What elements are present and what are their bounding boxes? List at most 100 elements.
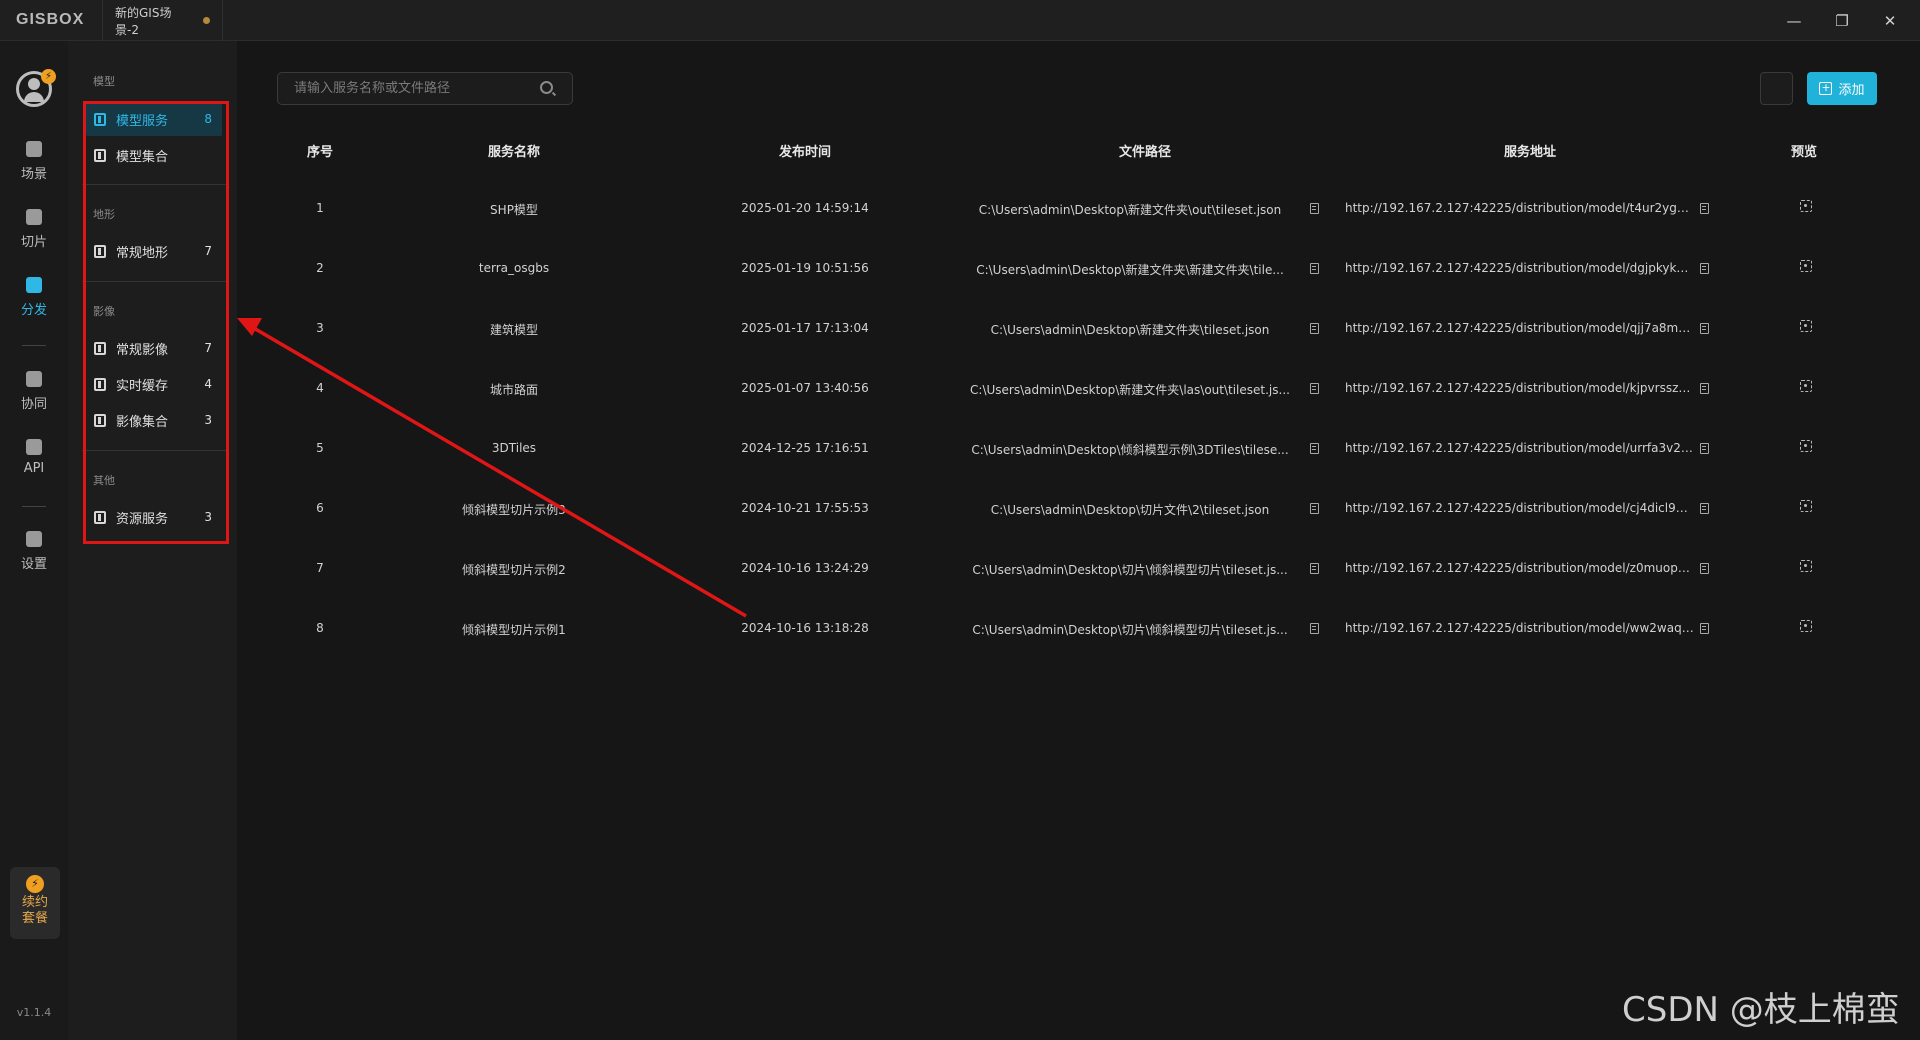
cell-no: 1 bbox=[316, 201, 324, 215]
cell-name: 倾斜模型切片示例1 bbox=[462, 623, 566, 637]
rail-item-api[interactable]: API bbox=[0, 439, 68, 476]
cell-url: http://192.167.2.127:42225/distribution/… bbox=[1345, 621, 1695, 635]
cell-url: http://192.167.2.127:42225/distribution/… bbox=[1345, 501, 1695, 515]
slice-icon bbox=[26, 209, 42, 225]
rail-divider bbox=[22, 506, 46, 507]
renew-label-1: 续约 bbox=[21, 895, 48, 910]
cell-no: 4 bbox=[316, 381, 324, 395]
copy-path-icon[interactable] bbox=[1310, 323, 1319, 334]
copy-url-icon[interactable] bbox=[1700, 443, 1709, 454]
preview-icon[interactable] bbox=[1800, 440, 1812, 452]
distribute-icon bbox=[26, 277, 42, 293]
rail-item-label: 设置 bbox=[20, 557, 47, 572]
copy-path-icon[interactable] bbox=[1310, 443, 1319, 454]
cell-path: C:\Users\admin\Desktop\倾斜模型示例\3DTiles\ti… bbox=[971, 443, 1289, 457]
copy-path-icon[interactable] bbox=[1310, 563, 1319, 574]
home-icon bbox=[26, 141, 42, 157]
copy-url-icon[interactable] bbox=[1700, 623, 1709, 634]
header-no: 序号 bbox=[306, 145, 333, 160]
preview-icon[interactable] bbox=[1800, 560, 1812, 572]
cell-path: C:\Users\admin\Desktop\新建文件夹\out\tileset… bbox=[978, 203, 1282, 217]
cell-name: terra_osgbs bbox=[478, 261, 550, 275]
cell-no: 6 bbox=[316, 501, 324, 515]
copy-path-icon[interactable] bbox=[1310, 203, 1319, 214]
minimize-button[interactable]: — bbox=[1770, 0, 1818, 41]
cell-url: http://192.167.2.127:42225/distribution/… bbox=[1345, 381, 1695, 395]
cell-no: 7 bbox=[316, 561, 324, 575]
copy-url-icon[interactable] bbox=[1700, 203, 1709, 214]
cell-path: C:\Users\admin\Desktop\切片\倾斜模型切片\tileset… bbox=[972, 563, 1288, 577]
restore-button[interactable]: ❐ bbox=[1818, 0, 1866, 41]
rail-item-label: 协同 bbox=[20, 397, 47, 412]
cell-url: http://192.167.2.127:42225/distribution/… bbox=[1345, 441, 1695, 455]
copy-url-icon[interactable] bbox=[1700, 563, 1709, 574]
preview-icon[interactable] bbox=[1800, 260, 1812, 272]
lock-icon bbox=[26, 371, 42, 387]
scene-tab[interactable]: 新的GIS场景-2 bbox=[102, 0, 223, 41]
close-button[interactable]: ✕ bbox=[1866, 0, 1914, 41]
search-input[interactable] bbox=[277, 72, 573, 105]
preview-icon[interactable] bbox=[1800, 500, 1812, 512]
header-path: 文件路径 bbox=[1118, 145, 1171, 160]
rail-item-settings[interactable]: 设置 bbox=[0, 531, 68, 572]
lightning-icon: ⚡ bbox=[26, 875, 44, 893]
preview-icon[interactable] bbox=[1800, 200, 1812, 212]
copy-path-icon[interactable] bbox=[1310, 263, 1319, 274]
cell-time: 2025-01-20 14:59:14 bbox=[741, 201, 869, 215]
add-button[interactable]: + 添加 bbox=[1807, 72, 1877, 105]
cell-path: C:\Users\admin\Desktop\新建文件夹\tileset.jso… bbox=[990, 323, 1270, 337]
copy-url-icon[interactable] bbox=[1700, 323, 1709, 334]
scene-tab-label: 新的GIS场景-2 bbox=[115, 5, 172, 37]
rail-item-distribute[interactable]: 分发 bbox=[0, 277, 68, 318]
rail-item-label: 切片 bbox=[20, 235, 47, 250]
search-icon[interactable] bbox=[540, 81, 553, 94]
cell-url: http://192.167.2.127:42225/distribution/… bbox=[1345, 561, 1695, 575]
preview-icon[interactable] bbox=[1800, 380, 1812, 392]
rail-item-collab[interactable]: 协同 bbox=[0, 371, 68, 412]
preview-icon[interactable] bbox=[1800, 620, 1812, 632]
cell-name: 3DTiles bbox=[491, 441, 537, 455]
copy-url-icon[interactable] bbox=[1700, 383, 1709, 394]
cell-time: 2025-01-07 13:40:56 bbox=[741, 381, 869, 395]
cell-time: 2024-12-25 17:16:51 bbox=[741, 441, 869, 455]
cell-no: 2 bbox=[316, 261, 324, 275]
rail-item-scene[interactable]: 场景 bbox=[0, 141, 68, 182]
cell-name: 建筑模型 bbox=[489, 323, 538, 337]
cell-url: http://192.167.2.127:42225/distribution/… bbox=[1345, 261, 1695, 275]
header-name: 服务名称 bbox=[487, 145, 540, 160]
cell-no: 3 bbox=[316, 321, 324, 335]
cell-time: 2025-01-19 10:51:56 bbox=[741, 261, 869, 275]
cell-name: 城市路面 bbox=[489, 383, 538, 397]
add-icon: + bbox=[1819, 81, 1833, 95]
cell-name: SHP模型 bbox=[490, 203, 538, 217]
lightning-badge-icon: ⚡ bbox=[41, 69, 56, 84]
copy-url-icon[interactable] bbox=[1700, 503, 1709, 514]
rail-divider bbox=[22, 345, 46, 346]
annotation-highlight-box bbox=[83, 101, 229, 544]
copy-path-icon[interactable] bbox=[1310, 623, 1319, 634]
cell-path: C:\Users\admin\Desktop\切片文件\2\tileset.js… bbox=[990, 503, 1270, 517]
title-bar: GISBOX 新的GIS场景-2 — ❐ ✕ bbox=[0, 0, 1920, 41]
cell-path: C:\Users\admin\Desktop\新建文件夹\新建文件夹\tile.… bbox=[976, 263, 1284, 277]
cell-name: 倾斜模型切片示例3 bbox=[462, 503, 566, 517]
group-title-model: 模型 bbox=[93, 75, 115, 88]
nav-rail: ⚡ 场景 切片 分发 协同 API 设置 ⚡ 续约 套餐 v1.1.4 bbox=[0, 41, 68, 1040]
copy-path-icon[interactable] bbox=[1310, 503, 1319, 514]
copy-path-icon[interactable] bbox=[1310, 383, 1319, 394]
cell-time: 2024-10-16 13:24:29 bbox=[741, 561, 869, 575]
toolbar-blank-button[interactable] bbox=[1760, 72, 1793, 105]
cell-name: 倾斜模型切片示例2 bbox=[462, 563, 566, 577]
gear-icon bbox=[26, 531, 42, 547]
cell-path: C:\Users\admin\Desktop\切片\倾斜模型切片\tileset… bbox=[972, 623, 1288, 637]
cell-no: 8 bbox=[316, 621, 324, 635]
cell-time: 2024-10-21 17:55:53 bbox=[741, 501, 869, 515]
add-button-label: 添加 bbox=[1838, 83, 1865, 98]
renew-label-2: 套餐 bbox=[21, 911, 48, 926]
copy-url-icon[interactable] bbox=[1700, 263, 1709, 274]
cell-url: http://192.167.2.127:42225/distribution/… bbox=[1345, 321, 1695, 335]
rail-item-slice[interactable]: 切片 bbox=[0, 209, 68, 250]
renew-plan-button[interactable]: ⚡ 续约 套餐 bbox=[10, 867, 60, 939]
preview-icon[interactable] bbox=[1800, 320, 1812, 332]
cell-no: 5 bbox=[316, 441, 324, 455]
cell-time: 2024-10-16 13:18:28 bbox=[741, 621, 869, 635]
